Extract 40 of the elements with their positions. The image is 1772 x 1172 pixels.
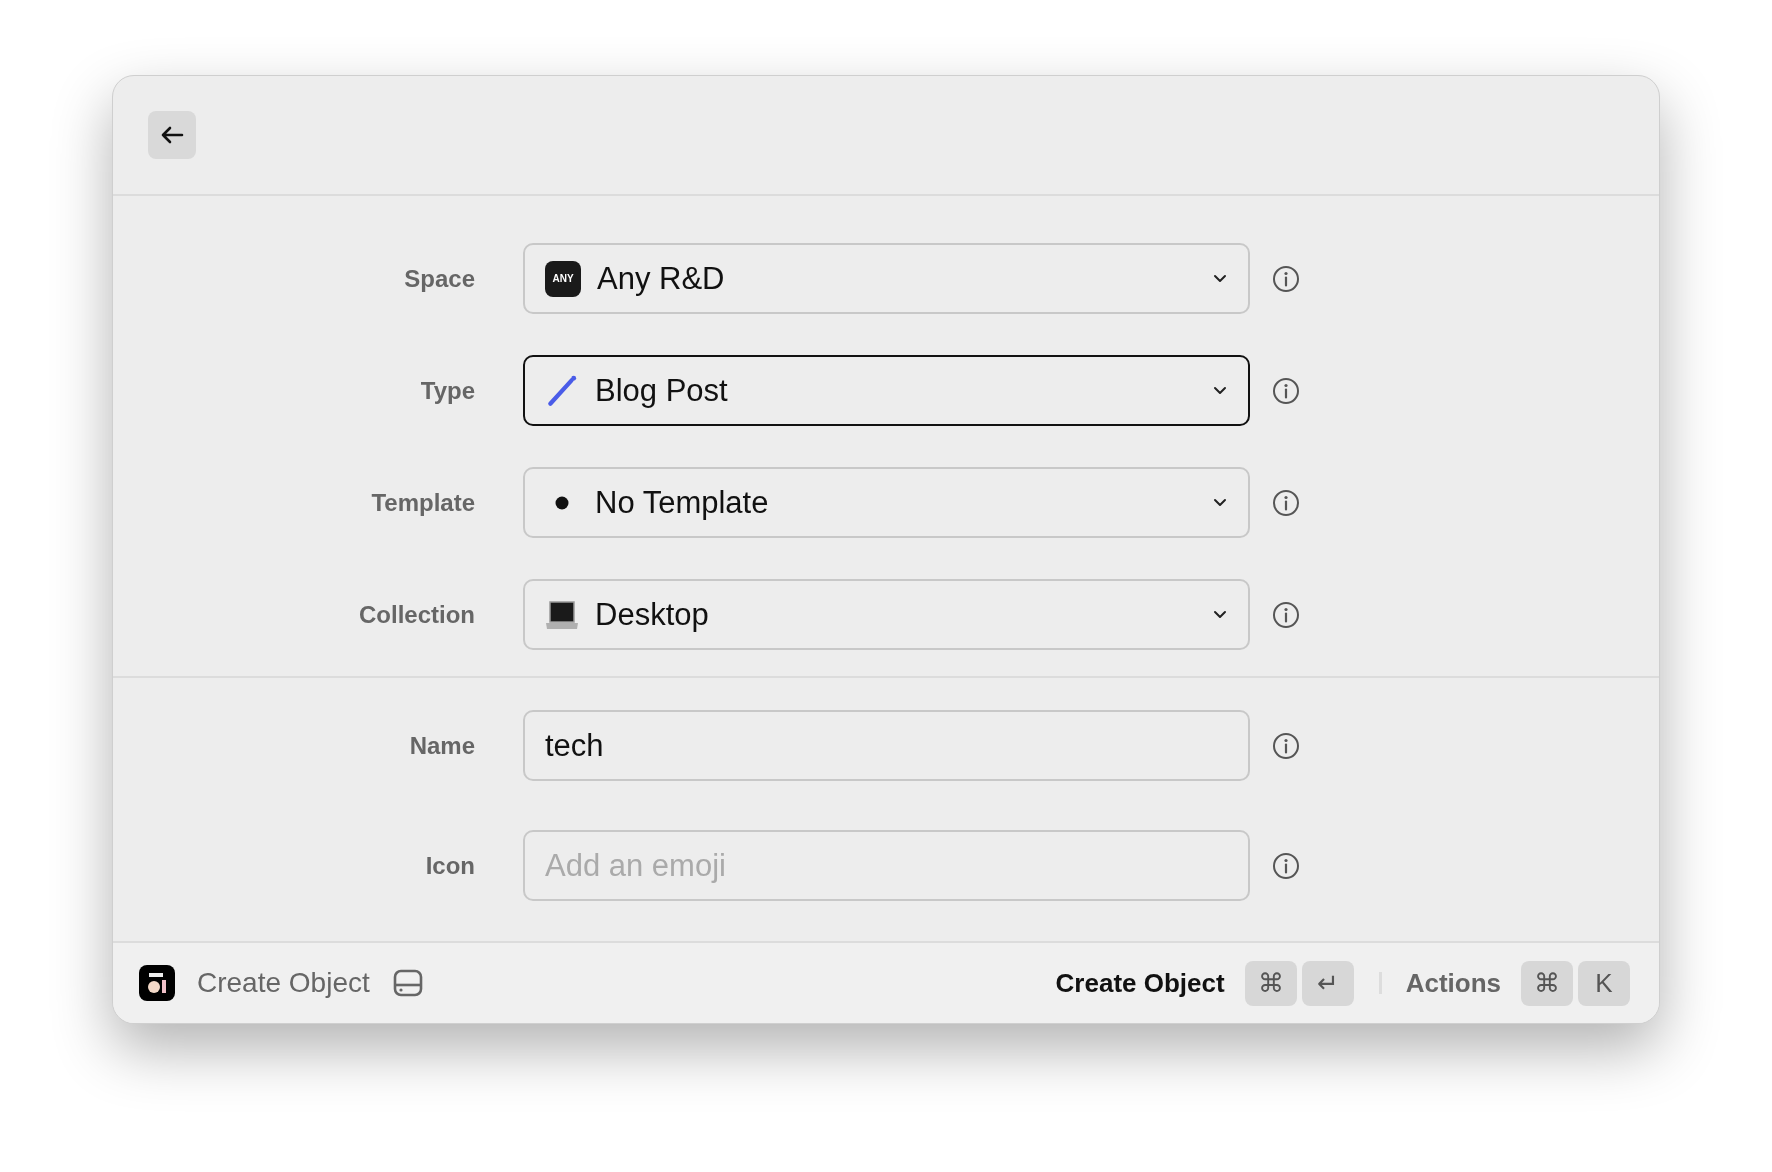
chevron-down-icon (1212, 609, 1228, 620)
field-label: Name (408, 731, 475, 760)
space-logo-icon: ANY (545, 260, 581, 297)
dropdown[interactable]: Desktop (523, 579, 1250, 650)
dropdown[interactable]: Blog Post (523, 355, 1250, 426)
dropdown-value: Blog Post (595, 372, 729, 409)
input-field[interactable]: tech (523, 710, 1250, 781)
chevron-down-icon (1212, 273, 1228, 284)
info-icon[interactable] (1272, 731, 1300, 760)
field-label: Icon (424, 851, 475, 880)
chevron-down-icon (1212, 385, 1228, 396)
dropdown-value: No Template (595, 484, 770, 521)
input-field[interactable]: Add an emoji (523, 830, 1250, 901)
dropdown-value: Desktop (595, 596, 710, 633)
shortcut-key: ⌘ (1521, 960, 1573, 1006)
shortcut-key: K (1578, 960, 1630, 1006)
dot-icon (555, 495, 569, 510)
back-button[interactable] (148, 111, 196, 159)
field-label: Space (403, 264, 475, 293)
chevron-down-icon (1212, 497, 1228, 508)
field-label: Template (370, 488, 475, 517)
shortcut-key: ↵ (1301, 960, 1354, 1006)
actions-button[interactable]: Actions (1405, 967, 1521, 999)
shortcut-key: ⌘ (1244, 960, 1297, 1006)
footer-title: Create Object (197, 967, 370, 999)
dropdown[interactable]: No Template (523, 467, 1250, 538)
pencil-icon (545, 373, 579, 408)
app-logo-icon (139, 965, 175, 1001)
info-icon[interactable] (1272, 600, 1300, 629)
drive-icon (391, 967, 424, 999)
dropdown-value: Any R&D (597, 260, 726, 297)
field-label: Collection (358, 600, 475, 629)
info-icon[interactable] (1272, 488, 1300, 517)
info-icon[interactable] (1272, 376, 1300, 405)
dropdown[interactable]: ANY Any R&D (523, 243, 1250, 314)
info-icon[interactable] (1272, 851, 1300, 880)
back-arrow-icon (159, 125, 185, 145)
field-label: Type (419, 376, 475, 405)
info-icon[interactable] (1272, 264, 1300, 293)
create-object-button[interactable]: Create Object (1055, 967, 1245, 999)
